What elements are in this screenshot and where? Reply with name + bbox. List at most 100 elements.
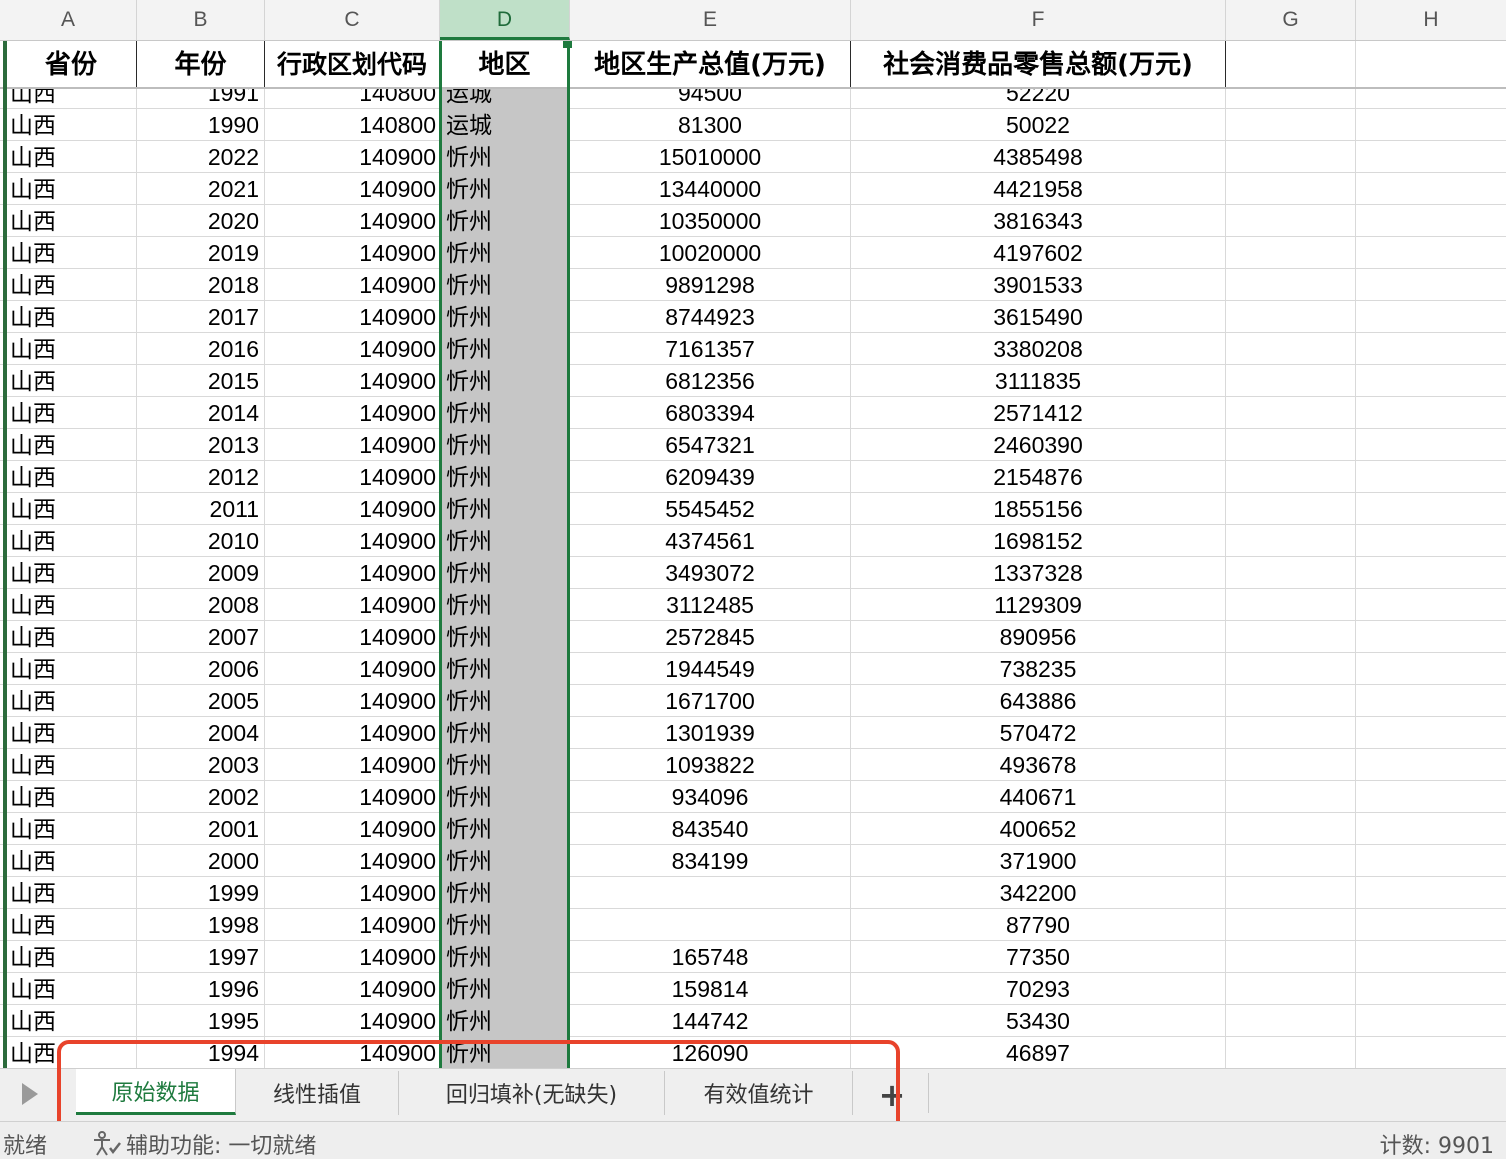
accessibility-icon[interactable] xyxy=(92,1130,122,1162)
cell-region[interactable]: 运城 xyxy=(440,89,570,109)
cell-code[interactable]: 140900 xyxy=(265,461,440,493)
cell-gdp[interactable]: 2572845 xyxy=(570,621,851,653)
cell-code[interactable]: 140800 xyxy=(265,109,440,141)
cell-empty-g[interactable] xyxy=(1226,685,1356,717)
cell-province[interactable]: 山西 xyxy=(6,685,137,717)
cell-year[interactable]: 2009 xyxy=(137,557,265,589)
cell-province[interactable]: 山西 xyxy=(6,557,137,589)
cell-region[interactable]: 忻州 xyxy=(440,365,570,397)
cell-code[interactable]: 140900 xyxy=(265,845,440,877)
cell-code[interactable]: 140900 xyxy=(265,525,440,557)
cell-region[interactable]: 忻州 xyxy=(440,653,570,685)
cell-code[interactable]: 140900 xyxy=(265,717,440,749)
cell-year[interactable]: 2021 xyxy=(137,173,265,205)
cell-gdp[interactable]: 3112485 xyxy=(570,589,851,621)
cell-region[interactable]: 忻州 xyxy=(440,813,570,845)
cell-gdp[interactable]: 94500 xyxy=(570,89,851,109)
cell-empty-h[interactable] xyxy=(1356,717,1506,749)
cell-empty-g[interactable] xyxy=(1226,333,1356,365)
cell-empty-h[interactable] xyxy=(1356,813,1506,845)
cell-region[interactable]: 忻州 xyxy=(440,621,570,653)
cell-code[interactable]: 140900 xyxy=(265,941,440,973)
cell-province[interactable]: 山西 xyxy=(6,141,137,173)
cell-empty-h[interactable] xyxy=(1356,621,1506,653)
cell-province[interactable]: 山西 xyxy=(6,493,137,525)
cell-region[interactable]: 忻州 xyxy=(440,749,570,781)
cell-empty-g[interactable] xyxy=(1226,557,1356,589)
cell-gdp[interactable]: 15010000 xyxy=(570,141,851,173)
cell-empty-g[interactable] xyxy=(1226,589,1356,621)
cell-province[interactable]: 山西 xyxy=(6,717,137,749)
cell-region[interactable]: 忻州 xyxy=(440,237,570,269)
column-header-f[interactable]: F xyxy=(851,0,1226,40)
cell-retail[interactable]: 738235 xyxy=(851,653,1226,685)
cell-empty-g[interactable] xyxy=(1226,813,1356,845)
cell-code[interactable]: 140900 xyxy=(265,301,440,333)
cell-empty-g[interactable] xyxy=(1226,1037,1356,1068)
cell-region[interactable]: 忻州 xyxy=(440,781,570,813)
cell-empty-h[interactable] xyxy=(1356,429,1506,461)
add-sheet-icon[interactable]: + xyxy=(872,1079,912,1111)
cell-empty-h[interactable] xyxy=(1356,589,1506,621)
tab-regression-fill[interactable]: 回归填补(无缺失) xyxy=(399,1071,665,1115)
cell-empty-g[interactable] xyxy=(1226,237,1356,269)
cell-province[interactable]: 山西 xyxy=(6,237,137,269)
cell-retail[interactable]: 643886 xyxy=(851,685,1226,717)
cell-empty-g[interactable] xyxy=(1226,525,1356,557)
cell-retail[interactable]: 890956 xyxy=(851,621,1226,653)
cell-retail[interactable]: 371900 xyxy=(851,845,1226,877)
column-header-c[interactable]: C xyxy=(265,0,440,40)
cell-empty-g[interactable] xyxy=(1226,973,1356,1005)
cell-region[interactable]: 忻州 xyxy=(440,173,570,205)
cell-gdp[interactable]: 159814 xyxy=(570,973,851,1005)
cell-gdp[interactable]: 10350000 xyxy=(570,205,851,237)
cell-gdp[interactable]: 1944549 xyxy=(570,653,851,685)
cell-retail[interactable]: 1337328 xyxy=(851,557,1226,589)
cell-province[interactable]: 山西 xyxy=(6,173,137,205)
cell-gdp[interactable] xyxy=(570,909,851,941)
cell-year[interactable]: 2014 xyxy=(137,397,265,429)
column-header-b[interactable]: B xyxy=(137,0,265,40)
cell-region[interactable]: 忻州 xyxy=(440,877,570,909)
cell-empty-h[interactable] xyxy=(1356,397,1506,429)
cell-empty-h[interactable] xyxy=(1356,973,1506,1005)
cell-gdp[interactable]: 9891298 xyxy=(570,269,851,301)
cell-empty-h[interactable] xyxy=(1356,365,1506,397)
cell-province[interactable]: 山西 xyxy=(6,301,137,333)
status-accessibility[interactable]: 辅助功能: 一切就绪 xyxy=(126,1128,316,1160)
cell-year[interactable]: 2022 xyxy=(137,141,265,173)
cell-empty-g[interactable] xyxy=(1226,141,1356,173)
cell-retail[interactable]: 46897 xyxy=(851,1037,1226,1068)
cell-year[interactable]: 2004 xyxy=(137,717,265,749)
cell-year[interactable]: 1997 xyxy=(137,941,265,973)
cell-retail[interactable]: 2154876 xyxy=(851,461,1226,493)
cell-region[interactable]: 忻州 xyxy=(440,717,570,749)
cell-year[interactable]: 2019 xyxy=(137,237,265,269)
cell-empty-g[interactable] xyxy=(1226,941,1356,973)
cell-province[interactable]: 山西 xyxy=(6,525,137,557)
cell-empty-h[interactable] xyxy=(1356,525,1506,557)
cell-empty-h[interactable] xyxy=(1356,89,1506,109)
cell-gdp[interactable]: 4374561 xyxy=(570,525,851,557)
cell-province[interactable]: 山西 xyxy=(6,845,137,877)
cell-retail[interactable]: 493678 xyxy=(851,749,1226,781)
cell-gdp[interactable]: 1093822 xyxy=(570,749,851,781)
cell-year[interactable]: 2007 xyxy=(137,621,265,653)
cell-empty-h[interactable] xyxy=(1356,557,1506,589)
cell-gdp[interactable] xyxy=(570,877,851,909)
cell-code[interactable]: 140900 xyxy=(265,269,440,301)
cell-province[interactable]: 山西 xyxy=(6,397,137,429)
cell-region[interactable]: 忻州 xyxy=(440,1037,570,1068)
cell-region[interactable]: 运城 xyxy=(440,109,570,141)
cell-code[interactable]: 140900 xyxy=(265,781,440,813)
cell-gdp[interactable]: 3493072 xyxy=(570,557,851,589)
cell-region[interactable]: 忻州 xyxy=(440,525,570,557)
cell-gdp[interactable]: 144742 xyxy=(570,1005,851,1037)
column-header-h[interactable]: H xyxy=(1356,0,1506,40)
cell-empty-g[interactable] xyxy=(1226,173,1356,205)
cell-province[interactable]: 山西 xyxy=(6,269,137,301)
cell-retail[interactable]: 4421958 xyxy=(851,173,1226,205)
cell-empty-g[interactable] xyxy=(1226,205,1356,237)
cell-year[interactable]: 2016 xyxy=(137,333,265,365)
cell-year[interactable]: 2020 xyxy=(137,205,265,237)
